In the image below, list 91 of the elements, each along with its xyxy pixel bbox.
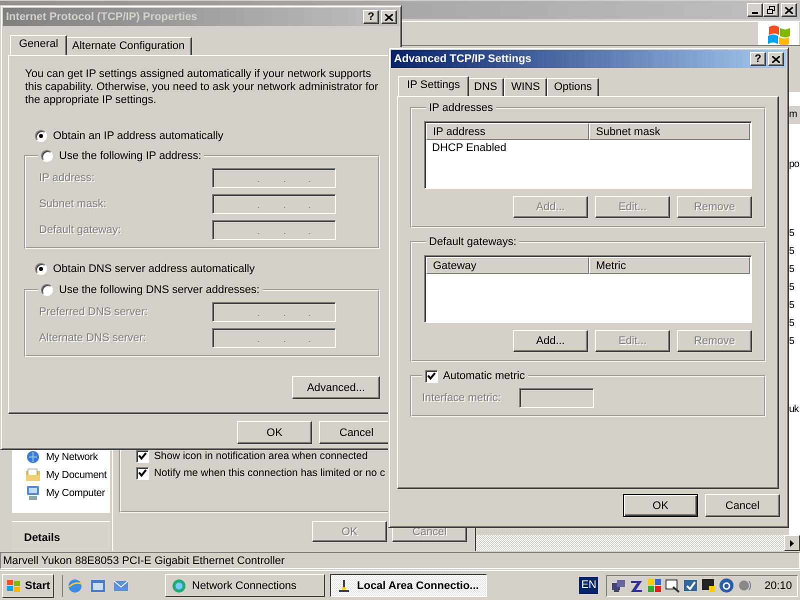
sidebar-item[interactable]: My Network: [25, 449, 110, 465]
table-cell-text: 5: [789, 282, 796, 295]
close-button[interactable]: [381, 10, 397, 24]
description-text: You can get IP settings assigned automatically if your network supports this capability. Otherwise, you need to ask your network administrator for the appropriate IP settings.: [24, 68, 380, 107]
field-label: Subnet mask:: [38, 198, 108, 210]
radio-button[interactable]: [35, 263, 47, 275]
column-header[interactable]: Subnet mask: [589, 123, 750, 140]
group-title: Default gateways:: [429, 236, 516, 248]
table-cell-text: uk: [789, 404, 800, 417]
column-header[interactable]: m: [789, 106, 800, 124]
details-header[interactable]: Details: [12, 521, 110, 550]
taskbar-button[interactable]: Local Area Connectio...: [330, 574, 487, 597]
tab[interactable]: General: [10, 35, 68, 55]
radio-button[interactable]: [41, 150, 53, 162]
ok-button[interactable]: OK: [623, 494, 698, 517]
table-cell-text: DHCP Enabled: [431, 142, 508, 156]
sidebar-item[interactable]: My Document: [25, 467, 110, 483]
group-title: IP addresses: [429, 102, 494, 114]
check-icon: [427, 372, 436, 380]
ok-button[interactable]: OK: [237, 421, 312, 444]
minimize-button[interactable]: [747, 3, 763, 17]
table-cell-text: 5: [789, 300, 796, 313]
envelope-icon: [113, 578, 129, 594]
status-bar: Marvell Yukon 88E8053 PCI-E Gigabit Ethernet Controller: [0, 552, 800, 569]
tab[interactable]: Options: [546, 78, 599, 96]
close-icon: [772, 56, 780, 62]
radio-label[interactable]: Use the following IP address:: [59, 150, 202, 162]
restore-button[interactable]: [763, 3, 779, 17]
taskbar-button[interactable]: Network Connections: [165, 574, 325, 597]
clock: 20:10: [764, 580, 792, 592]
folder-icon: [25, 467, 41, 483]
close-button[interactable]: [768, 52, 784, 66]
sidebar-item[interactable]: My Computer: [25, 485, 110, 501]
cancel-button[interactable]: Cancel: [705, 494, 780, 517]
arrow-right-icon: [790, 540, 794, 546]
checkbox[interactable]: [425, 370, 438, 382]
minimize-icon: [752, 12, 758, 14]
column-header[interactable]: Metric: [589, 257, 750, 274]
checkbox-label[interactable]: Notify me when this connection has limited or no c: [154, 468, 386, 478]
field-label: Interface metric:: [422, 392, 502, 404]
checkbox-label[interactable]: Show icon in notification area when connected: [154, 450, 368, 462]
table-cell-text: 5: [789, 228, 796, 241]
radio-label[interactable]: Use the following DNS server addresses:: [59, 284, 260, 296]
monitor-icon: [665, 578, 680, 593]
window-title: Internet Protocol (TCP/IP) Properties: [6, 11, 198, 23]
tab[interactable]: WINS: [504, 78, 547, 96]
table-cell-text: 5: [789, 246, 796, 259]
radio-label[interactable]: Obtain an IP address automatically: [53, 130, 224, 142]
help-button[interactable]: ?: [363, 10, 379, 24]
outlook-icon[interactable]: [113, 578, 129, 594]
tab[interactable]: Alternate Configuration: [65, 37, 192, 55]
table-cell-text: 5: [789, 336, 796, 349]
checkbox-label[interactable]: Automatic metric: [443, 370, 525, 382]
field-label: IP address:: [38, 172, 96, 184]
letter-icon: [629, 578, 644, 593]
help-button[interactable]: ?: [750, 52, 766, 66]
advanced-button[interactable]: Advanced...: [292, 376, 380, 399]
start-button[interactable]: Start: [2, 574, 54, 598]
flag-icon: [6, 578, 22, 592]
field-label: Default gateway:: [38, 224, 122, 236]
speaker-icon: [737, 578, 752, 593]
ring-icon: [719, 578, 734, 593]
table-cell-text: 5: [789, 264, 796, 277]
blocks-icon: [647, 578, 662, 593]
radio-button[interactable]: [35, 130, 47, 142]
language-indicator[interactable]: EN: [579, 577, 598, 594]
close-button[interactable]: [781, 3, 797, 17]
checkbox[interactable]: [136, 466, 149, 480]
show-desktop-icon[interactable]: [90, 578, 106, 594]
radio-label[interactable]: Obtain DNS server address automatically: [53, 263, 255, 275]
add-button[interactable]: Add...: [513, 330, 588, 352]
column-header[interactable]: IP address: [426, 123, 589, 140]
restore-icon: [767, 6, 775, 14]
window-title: Advanced TCP/IP Settings: [394, 53, 532, 65]
table-cell-text: 5: [789, 318, 796, 331]
checkmark-icon: [683, 578, 698, 593]
screen-icon: [701, 578, 716, 593]
close-icon: [385, 14, 393, 20]
tab[interactable]: IP Settings: [398, 76, 469, 96]
checkbox[interactable]: [136, 450, 149, 462]
table-cell-text: po: [789, 159, 800, 172]
computer-icon: [25, 485, 41, 501]
window-icon: [90, 578, 106, 594]
close-icon: [785, 6, 793, 14]
field-label: Preferred DNS server:: [38, 306, 149, 318]
radio-button[interactable]: [41, 284, 53, 296]
flag-icon: [766, 22, 792, 44]
tab[interactable]: DNS: [467, 78, 504, 96]
scroll-right-button[interactable]: [784, 535, 800, 551]
field-label: Alternate DNS server:: [38, 332, 147, 344]
column-header[interactable]: Gateway: [426, 257, 589, 274]
